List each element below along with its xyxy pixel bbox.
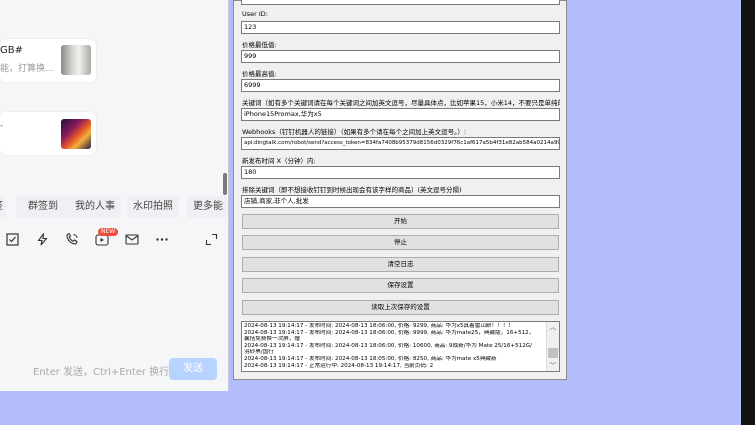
log-scrollbar[interactable]: ︿ ﹀ bbox=[546, 322, 559, 371]
log-line: 2024-08-13 19:14:17 - 正常运行中: 2024-08-13 … bbox=[244, 362, 434, 369]
quick-action-more[interactable]: 更多能 bbox=[187, 196, 228, 218]
new-badge: NEW bbox=[98, 228, 119, 236]
log-scrollbar-thumb[interactable] bbox=[548, 348, 558, 358]
price-max-label: 价格最高值: bbox=[242, 70, 277, 78]
quick-action-group-checkin[interactable]: 群签到 bbox=[16, 196, 70, 218]
log-line: 2024-08-13 19:14:17 - 发布时间: 2024-08-13 1… bbox=[244, 323, 514, 329]
send-button[interactable]: 发送 bbox=[169, 358, 217, 380]
stop-button[interactable]: 停止 bbox=[242, 235, 559, 250]
price-min-input[interactable]: 999 bbox=[241, 50, 560, 63]
top-input-partial[interactable] bbox=[241, 0, 560, 5]
clear-log-button[interactable]: 清空日志 bbox=[242, 257, 559, 272]
log-line: 囊括免费换一次屏，赠 bbox=[244, 336, 300, 343]
more-icon[interactable] bbox=[154, 233, 170, 249]
log-line: 2024-08-13 19:14:17 - 发布时间: 2024-08-13 1… bbox=[244, 342, 533, 349]
start-button[interactable]: 开始 bbox=[242, 214, 559, 229]
chat-window: GB# 能，打算换... - 签 群签到 我的人事 水印拍照 更多能 NEW E… bbox=[0, 0, 229, 391]
log-line: 羽砂黑/国行 bbox=[244, 349, 274, 356]
quick-action-sign[interactable]: 签 bbox=[0, 196, 6, 218]
expand-icon[interactable] bbox=[203, 233, 219, 249]
load-settings-button[interactable]: 读取上次保存的设置 bbox=[242, 300, 559, 315]
user-id-input[interactable]: 123 bbox=[241, 21, 560, 34]
log-line: 2024-08-13 19:14:17 - 发布时间: 2024-08-13 1… bbox=[244, 355, 497, 362]
exclude-keywords-input[interactable]: 店铺,商家,非个人,批发 bbox=[241, 195, 560, 208]
publish-time-label: 新发布时间 X（分钟）内: bbox=[242, 157, 316, 165]
quick-action-my-hr[interactable]: 我的人事 bbox=[69, 196, 121, 218]
keywords-input[interactable]: iPhone15Promax,华为x5 bbox=[241, 108, 560, 121]
price-max-input[interactable]: 6999 bbox=[241, 79, 560, 92]
save-settings-button[interactable]: 保存设置 bbox=[242, 278, 559, 293]
phone-icon[interactable] bbox=[64, 232, 80, 249]
check-square-icon[interactable] bbox=[4, 233, 20, 249]
product-card-1-image[interactable] bbox=[61, 45, 91, 75]
product-card-2-image[interactable] bbox=[61, 119, 91, 149]
quick-action-watermark-camera[interactable]: 水印拍照 bbox=[127, 196, 179, 218]
mail-icon[interactable] bbox=[124, 233, 140, 249]
log-lines: 2024-08-13 19:14:17 - 发布时间: 2024-08-13 1… bbox=[244, 323, 547, 369]
product-card-1-subtitle: 能，打算换... bbox=[0, 64, 54, 74]
chat-scrollbar[interactable] bbox=[223, 173, 227, 195]
scroll-down-arrow-icon[interactable]: ﹀ bbox=[547, 362, 559, 371]
product-card-1-title: GB# bbox=[0, 45, 23, 56]
lightning-icon[interactable] bbox=[34, 232, 50, 249]
screen-edge bbox=[741, 0, 755, 425]
send-shortcut-hint: Enter 发送，Ctrl+Enter 换行 bbox=[33, 367, 170, 378]
scroll-up-arrow-icon[interactable]: ︿ bbox=[547, 323, 559, 332]
exclude-keywords-label: 排除关键词（即不想接收钉钉到时候出现会有该字样的商品）(英文逗号分隔) bbox=[242, 186, 462, 194]
webhooks-label: Webhooks（钉钉机器人的链接）（如果有多个请在每个之间加上英文逗号。）: bbox=[242, 128, 467, 136]
price-min-label: 价格最低值: bbox=[242, 41, 277, 49]
webhooks-input[interactable]: api.dingtalk.com/robot/send?access_token… bbox=[241, 137, 560, 150]
log-textarea[interactable]: 2024-08-13 19:14:17 - 发布时间: 2024-08-13 1… bbox=[241, 321, 560, 372]
log-line: 2024-08-13 19:14:17 - 发布时间: 2024-08-13 1… bbox=[244, 329, 535, 336]
user-id-label: User ID: bbox=[242, 10, 268, 18]
product-card-2-title: - bbox=[0, 121, 4, 131]
publish-time-input[interactable]: 180 bbox=[241, 166, 560, 179]
keywords-label: 关键词（如有多个关键词请在每个关键词之间加英文逗号，尽量具体点，比如苹果15，小… bbox=[242, 99, 560, 107]
settings-window: User ID: 123 价格最低值: 999 价格最高值: 6999 关键词（… bbox=[233, 0, 567, 380]
